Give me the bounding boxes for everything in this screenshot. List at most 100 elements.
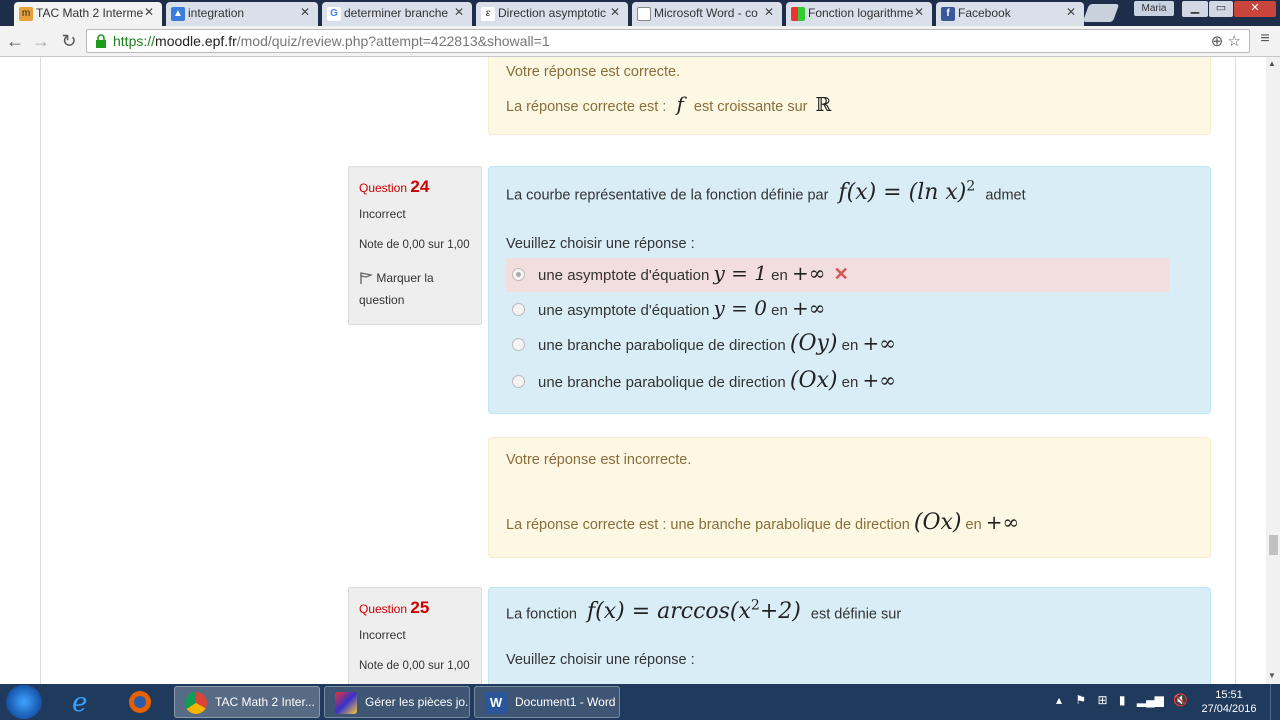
answer-math: (Ox) [789, 368, 838, 393]
system-tray: ▴ ⚑ ⊞ ▮ ▂▄▆ 🔇 [1056, 693, 1188, 707]
answer-option-1[interactable]: une asymptote d'équation y = 1 en +∞ ✕ [506, 258, 1169, 292]
start-button[interactable] [6, 685, 42, 719]
question-number-value: 24 [410, 177, 430, 196]
tab-label: TAC Math 2 Interme [36, 6, 144, 20]
scroll-up-arrow-icon[interactable]: ▲ [1268, 59, 1276, 68]
close-tab-icon[interactable]: ✕ [1066, 5, 1076, 19]
network-signal-icon[interactable]: ▂▄▆ [1137, 693, 1164, 707]
bookmark-star-icon[interactable]: ☆ [1228, 33, 1241, 50]
scroll-down-arrow-icon[interactable]: ▼ [1268, 671, 1276, 680]
address-bar[interactable]: https://moodle.epf.fr/mod/quiz/review.ph… [86, 29, 1250, 53]
google-icon: G [327, 7, 341, 21]
tab-tac-math[interactable]: m TAC Math 2 Interme ✕ [14, 2, 162, 26]
right-answer-suffix: en [965, 517, 982, 533]
taskbar-app-label: Gérer les pièces jo... [365, 695, 470, 709]
show-desktop-button[interactable] [1270, 684, 1280, 720]
back-arrow-icon[interactable]: ← [4, 29, 26, 53]
close-tab-icon[interactable]: ✕ [610, 5, 620, 19]
question-stem-prefix: La fonction [506, 606, 577, 623]
scrollbar-thumb[interactable] [1269, 535, 1278, 555]
volume-muted-icon[interactable]: 🔇 [1173, 693, 1188, 707]
tray-expand-icon[interactable]: ▴ [1056, 693, 1062, 707]
windows-logo-icon[interactable]: ⊞ [1097, 693, 1107, 707]
lock-icon [96, 34, 106, 48]
close-tab-icon[interactable]: ✕ [914, 5, 924, 19]
close-tab-icon[interactable]: ✕ [300, 5, 310, 19]
question-stem-suffix: admet [985, 187, 1026, 204]
answer-option-3[interactable]: une branche parabolique de direction (Oy… [506, 328, 1169, 362]
question-stem-prefix: La courbe représentative de la fonction … [506, 187, 829, 204]
tab-facebook[interactable]: f Facebook ✕ [936, 2, 1084, 26]
tab-label: Fonction logarithme [808, 6, 914, 20]
close-window-button[interactable]: ✕ [1234, 1, 1276, 17]
internet-explorer-icon[interactable]: e [60, 687, 104, 718]
flag-question-link[interactable]: Marquer la question [359, 267, 471, 311]
attachments-icon [335, 692, 357, 714]
tab-microsoft-word[interactable]: Microsoft Word - co ✕ [632, 2, 782, 26]
url-host: moodle.epf.fr [155, 33, 237, 49]
answer-text: une branche parabolique de direction [538, 337, 786, 354]
tab-fonction-logarithme[interactable]: Fonction logarithme ✕ [786, 2, 932, 26]
word-icon: W [485, 692, 507, 714]
question-stem: La fonction f(x) = arccos(x2+2) est défi… [506, 598, 901, 624]
reload-icon[interactable]: ↻ [58, 29, 80, 53]
tab-direction-asymptotic[interactable]: ε Direction asymptotic ✕ [476, 2, 628, 26]
battery-icon[interactable]: ▮ [1119, 693, 1126, 707]
page-scrollbar[interactable]: ▲ ▼ [1266, 57, 1280, 684]
answer-limit: +∞ [792, 296, 826, 320]
question-stem: La courbe représentative de la fonction … [506, 179, 1026, 205]
taskbar-app-word[interactable]: W Document1 - Word [474, 686, 620, 718]
taskbar-app-chrome[interactable]: TAC Math 2 Inter... [174, 686, 320, 718]
firefox-icon[interactable] [118, 687, 162, 717]
clock-date: 27/04/2016 [1201, 703, 1257, 715]
zoom-icon[interactable]: ⊕ [1211, 33, 1224, 50]
answer-option-4[interactable]: une branche parabolique de direction (Ox… [506, 365, 1169, 399]
question-stem-suffix: est définie sur [810, 606, 902, 623]
chrome-icon [185, 692, 207, 714]
close-tab-icon[interactable]: ✕ [764, 5, 774, 19]
moodle-icon: m [19, 7, 33, 21]
question-24-feedback: Votre réponse est incorrecte. La réponse… [488, 437, 1211, 558]
stem-math-base: f(x) = (ln x) [838, 180, 967, 206]
tab-integration[interactable]: ▲ integration ✕ [166, 2, 318, 26]
taskbar-app-attachments[interactable]: Gérer les pièces jo... [324, 686, 470, 718]
right-answer-prefix: La réponse correcte est : [506, 99, 667, 115]
minimize-button[interactable]: ▁ [1182, 1, 1208, 17]
maps-icon: ▲ [171, 7, 185, 21]
maximize-button[interactable]: ▭ [1209, 1, 1233, 17]
new-tab-button[interactable] [1082, 4, 1120, 22]
tab-label: Facebook [958, 6, 1011, 20]
close-tab-icon[interactable]: ✕ [454, 5, 464, 19]
feedback-correct-text: Votre réponse est correcte. [506, 64, 681, 80]
answer-prompt: Veuillez choisir une réponse : [506, 236, 695, 252]
tab-label: Direction asymptotic [498, 6, 607, 20]
answer-radio[interactable] [512, 338, 525, 351]
question-grade: Note de 0,00 sur 1,00 [359, 660, 470, 672]
answer-radio[interactable] [512, 303, 525, 316]
right-answer-prefix: La réponse correcte est : une branche pa… [506, 517, 910, 533]
question-number: Question 25 [359, 598, 471, 618]
url-scheme: https:// [113, 33, 156, 49]
stem-math-part-a: f(x) = arccos(x [586, 599, 751, 625]
tab-determiner-branche[interactable]: G determiner branche ✕ [322, 2, 472, 26]
stem-math-exponent: 2 [750, 598, 760, 614]
document-icon: ε [481, 7, 495, 21]
taskbar-app-label: Document1 - Word [515, 695, 616, 709]
answer-radio[interactable] [512, 268, 525, 281]
close-tab-icon[interactable]: ✕ [144, 5, 154, 19]
question-grade: Note de 0,00 sur 1,00 [359, 239, 470, 251]
taskbar-clock[interactable]: 15:51 27/04/2016 [1196, 688, 1262, 716]
svg-text:e: e [72, 688, 87, 717]
profile-badge[interactable]: Maria [1134, 1, 1174, 16]
stem-math-part-b: +2) [759, 599, 801, 625]
chrome-menu-icon[interactable]: ≡ [1256, 30, 1274, 52]
answer-radio[interactable] [512, 375, 525, 388]
answer-math: y = 1 [713, 261, 768, 285]
question-state: Incorrect [359, 207, 406, 221]
answer-option-2[interactable]: une asymptote d'équation y = 0 en +∞ [506, 293, 1169, 327]
question-25-info: Question 25 Incorrect Note de 0,00 sur 1… [348, 587, 482, 684]
flag-icon [360, 272, 374, 284]
action-center-flag-icon[interactable]: ⚑ [1075, 693, 1086, 707]
tab-label: Microsoft Word - co [654, 6, 758, 20]
forward-arrow-icon[interactable]: → [30, 29, 52, 53]
